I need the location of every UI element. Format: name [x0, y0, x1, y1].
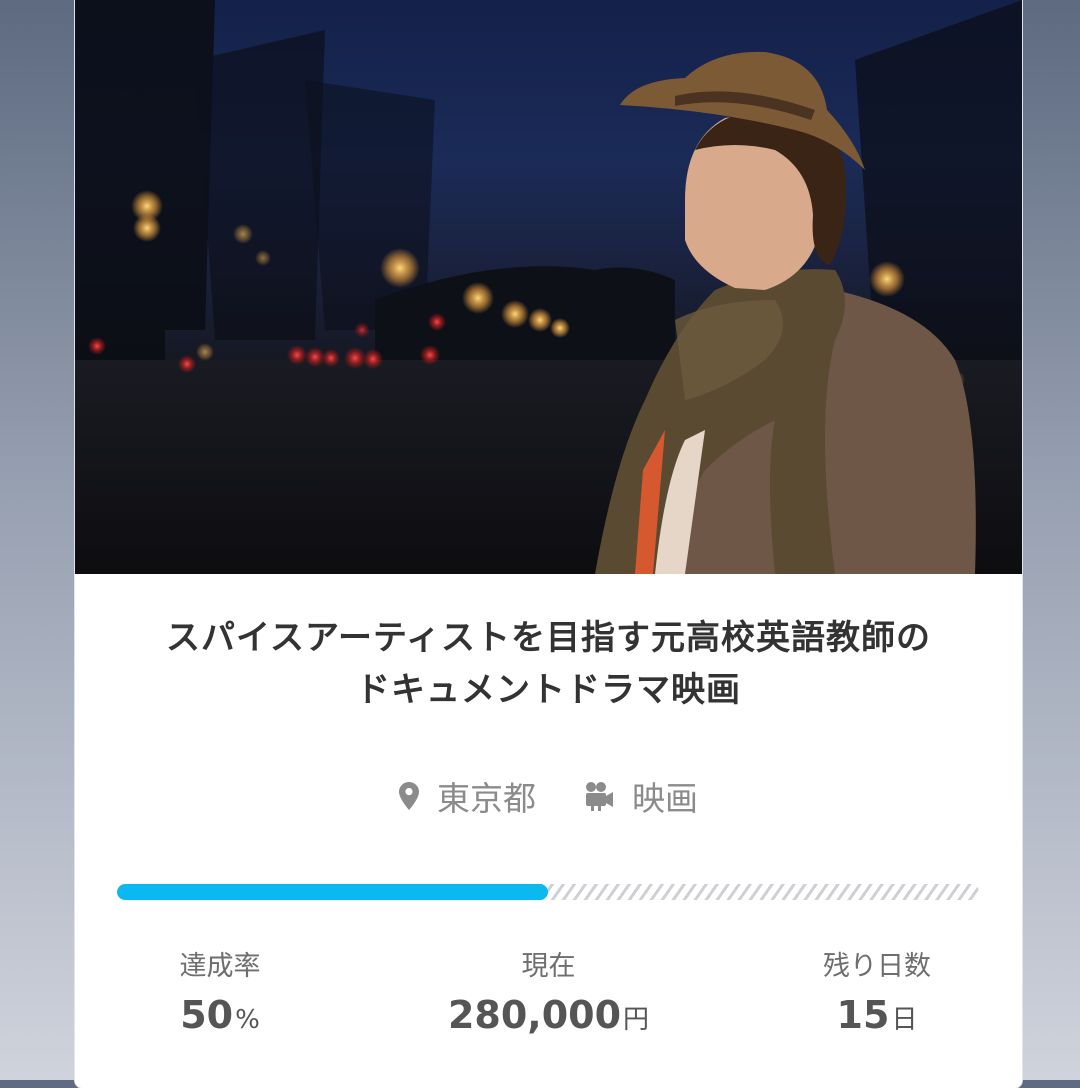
- current-amount-value: 280,000円: [405, 987, 692, 1048]
- current-amount-label: 現在: [521, 951, 576, 982]
- stat-achievement-rate: 達成率 50%: [135, 947, 305, 1048]
- cover-photo-illustration: [75, 0, 1022, 574]
- project-category-label: 映画: [632, 779, 698, 818]
- project-title-line-1: スパイスアーティストを目指す元高校英語教師の: [166, 618, 931, 658]
- project-category[interactable]: 映画: [584, 772, 698, 820]
- days-remaining-unit: 日: [891, 1005, 918, 1035]
- project-cover-photo[interactable]: [75, 0, 1022, 574]
- stat-days-remaining: 残り日数 15日: [792, 947, 962, 1048]
- project-title[interactable]: スパイスアーティストを目指す元高校英語教師の ドキュメントドラマ映画: [75, 612, 1022, 716]
- project-location-label: 東京都: [437, 779, 536, 818]
- project-location[interactable]: 東京都: [399, 772, 536, 820]
- achievement-rate-unit: %: [235, 1005, 260, 1035]
- project-meta: 東京都 映画: [75, 772, 1022, 820]
- map-pin-icon: [399, 782, 419, 810]
- current-amount-unit: 円: [623, 1005, 650, 1035]
- days-remaining-number: 15: [836, 993, 890, 1037]
- achievement-rate-label: 達成率: [179, 951, 261, 982]
- project-card[interactable]: スパイスアーティストを目指す元高校英語教師の ドキュメントドラマ映画 東京都 映…: [75, 0, 1022, 1088]
- funding-progress-fill: [117, 884, 548, 900]
- video-camera-icon: [586, 782, 613, 811]
- current-amount-number: 280,000: [447, 993, 622, 1037]
- days-remaining-value: 15日: [792, 987, 962, 1048]
- funding-progress-bar: [117, 884, 979, 900]
- stat-current-amount: 現在 280,000円: [405, 947, 692, 1048]
- achievement-rate-value: 50%: [135, 987, 305, 1048]
- achievement-rate-number: 50: [180, 993, 234, 1037]
- project-title-line-2: ドキュメントドラマ映画: [356, 670, 741, 710]
- days-remaining-label: 残り日数: [823, 951, 931, 982]
